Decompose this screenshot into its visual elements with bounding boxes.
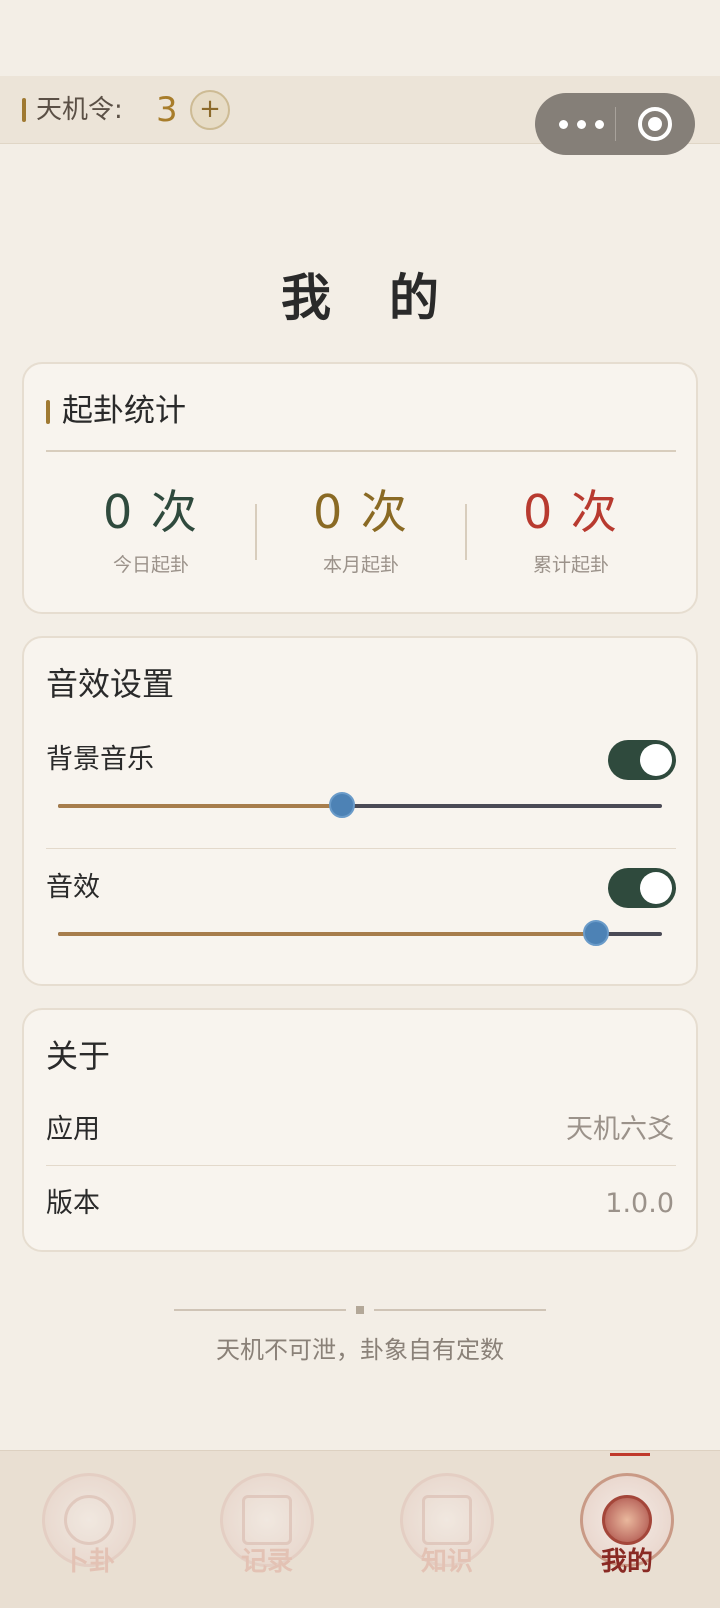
about-title: 关于: [46, 1037, 111, 1075]
tab-divination[interactable]: 卜卦: [34, 1467, 144, 1593]
token-label: 天机令:: [36, 95, 123, 125]
stat-value: 0 次: [313, 485, 409, 539]
footer-line-left: [174, 1309, 346, 1311]
stat-label: 本月起卦: [322, 554, 399, 576]
about-version-value: 1.0.0: [605, 1188, 674, 1219]
tab-profile[interactable]: 我的: [572, 1467, 682, 1593]
stat-today: 0 次 今日起卦: [46, 484, 256, 577]
sfx-label: 音效: [46, 872, 100, 903]
stat-month: 0 次 本月起卦: [256, 484, 466, 577]
bgm-volume-slider[interactable]: [58, 792, 662, 818]
footer-motto: 天机不可泄，卦象自有定数: [216, 1336, 504, 1364]
stat-label: 今日起卦: [112, 554, 189, 576]
token-count: 3: [156, 90, 178, 130]
tab-bar: 卜卦 记录 知识 我的: [0, 1450, 720, 1608]
status-bar-area: [0, 0, 720, 76]
about-app-value: 天机六爻: [566, 1114, 674, 1145]
tab-label: 知识: [420, 1547, 473, 1577]
add-token-button[interactable]: +: [190, 90, 230, 130]
stats-divider: [46, 450, 676, 452]
toggle-knob: [640, 744, 672, 776]
stats-title: 起卦统计: [62, 393, 186, 429]
sfx-toggle[interactable]: [608, 868, 676, 908]
about-version-label: 版本: [46, 1188, 100, 1219]
active-tab-indicator: [610, 1453, 650, 1456]
bgm-toggle[interactable]: [608, 740, 676, 780]
tab-label: 我的: [600, 1547, 653, 1577]
stats-card: 起卦统计 0 次 今日起卦 0 次 本月起卦 0 次 累计起卦: [22, 362, 698, 614]
tab-label: 记录: [240, 1547, 293, 1577]
slider-thumb[interactable]: [328, 792, 355, 818]
miniprogram-capsule: [535, 93, 695, 155]
audio-title: 音效设置: [46, 665, 175, 703]
tab-knowledge[interactable]: 知识: [392, 1467, 502, 1593]
close-miniprogram-icon[interactable]: [638, 107, 672, 141]
scroll-glyph-icon: [242, 1495, 292, 1545]
slider-fill: [58, 804, 342, 808]
about-app-label: 应用: [46, 1114, 100, 1145]
stat-label: 累计起卦: [532, 554, 609, 576]
capsule-divider: [615, 107, 616, 141]
stat-value: 0 次: [523, 485, 619, 539]
book-glyph-icon: [422, 1495, 472, 1545]
page-title: 我的: [281, 269, 497, 327]
stats-accent-mark: [46, 400, 50, 424]
about-divider: [46, 1165, 676, 1166]
stat-value: 0 次: [103, 485, 199, 539]
footer-line-right: [374, 1309, 546, 1311]
bgm-label: 背景音乐: [46, 744, 154, 775]
slider-fill: [58, 932, 596, 936]
more-icon[interactable]: [555, 93, 611, 155]
audio-divider: [46, 848, 676, 849]
about-card: 关于 应用 天机六爻 版本 1.0.0: [22, 1008, 698, 1252]
taiji-icon: [64, 1495, 114, 1545]
slider-thumb[interactable]: [582, 920, 609, 946]
compass-glyph-icon: [602, 1495, 652, 1545]
toggle-knob: [640, 872, 672, 904]
stat-total: 0 次 累计起卦: [466, 484, 676, 577]
footer-dot: [356, 1306, 364, 1314]
tab-label: 卜卦: [62, 1547, 115, 1577]
tab-records[interactable]: 记录: [212, 1467, 322, 1593]
sfx-volume-slider[interactable]: [58, 920, 662, 946]
token-accent-mark: [22, 98, 26, 122]
audio-settings-card: 音效设置 背景音乐 音效: [22, 636, 698, 986]
